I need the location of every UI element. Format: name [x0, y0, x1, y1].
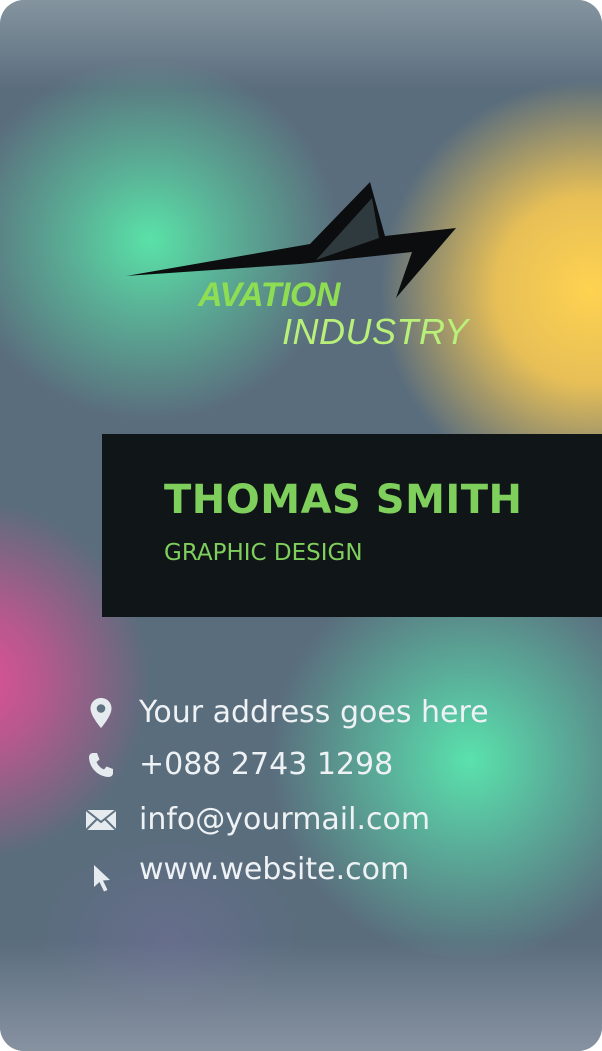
- address-text: Your address goes here: [139, 695, 489, 730]
- name-panel: THOMAS SMITH GRAPHIC DESIGN: [102, 434, 602, 617]
- contact-website: www.website.com: [84, 850, 564, 892]
- contact-phone: +088 2743 1298: [84, 745, 564, 785]
- cursor-icon: [84, 858, 118, 898]
- contact-email: info@yourmail.com: [84, 800, 564, 840]
- logo-word-industry: INDUSTRY: [282, 311, 469, 352]
- company-logo: AVATION INDUSTRY: [120, 178, 490, 358]
- website-text: www.website.com: [139, 852, 410, 887]
- contact-address: Your address goes here: [84, 693, 564, 733]
- bottom-fade: [0, 941, 602, 1051]
- phone-icon: [84, 745, 118, 785]
- business-card: AVATION INDUSTRY THOMAS SMITH GRAPHIC DE…: [0, 0, 602, 1051]
- logo-word-avation: AVATION: [198, 276, 340, 314]
- mail-icon: [84, 800, 118, 840]
- email-text: info@yourmail.com: [139, 802, 431, 837]
- phone-text: +088 2743 1298: [139, 747, 394, 782]
- top-fade: [0, 0, 602, 90]
- location-pin-icon: [84, 693, 118, 733]
- person-role: GRAPHIC DESIGN: [164, 540, 363, 566]
- person-name: THOMAS SMITH: [164, 477, 523, 523]
